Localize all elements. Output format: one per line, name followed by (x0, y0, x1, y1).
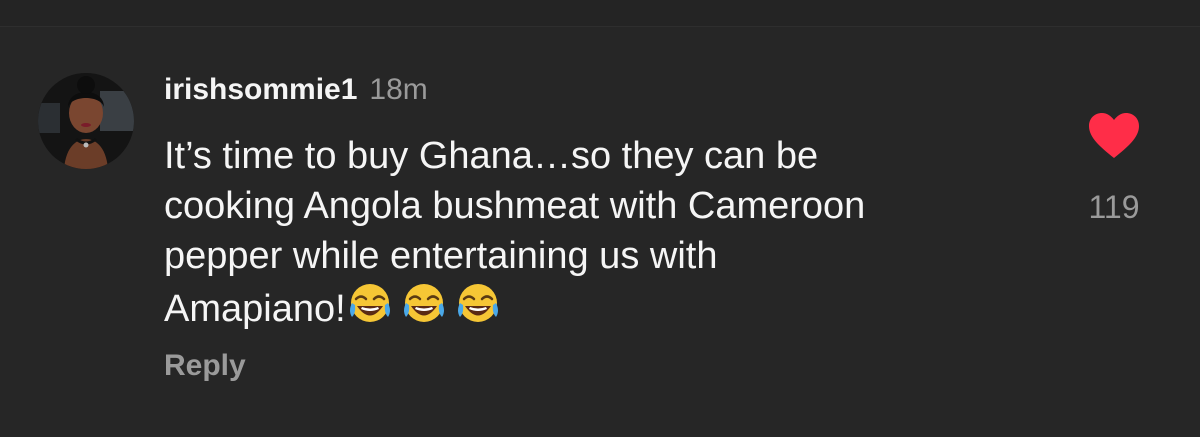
avatar[interactable] (38, 73, 134, 169)
like-count: 119 (1088, 189, 1140, 225)
top-divider-bar (0, 0, 1200, 27)
username-link[interactable]: irishsommie1 (164, 73, 357, 107)
comment-text: It’s time to buy Ghana…so they can be co… (164, 131, 1044, 334)
heart-icon (1089, 113, 1139, 158)
comment-item: irishsommie1 18m It’s time to buy Ghana…… (0, 27, 1200, 437)
comment-header: irishsommie1 18m (164, 73, 428, 113)
comment-line: It’s time to buy Ghana…so they can be (164, 135, 819, 177)
comment-line: cooking Angola bushmeat with Cameroon (164, 185, 866, 227)
reply-button[interactable]: Reply (164, 349, 246, 383)
like-button[interactable] (1087, 112, 1141, 160)
comment-line: Amapiano! (164, 288, 346, 330)
comment-line: pepper while entertaining us with (164, 235, 718, 277)
face-with-tears-of-joy-icon (457, 284, 498, 322)
face-with-tears-of-joy-icon (403, 284, 444, 322)
face-with-tears-of-joy-icon (349, 284, 390, 322)
comment-timestamp: 18m (369, 73, 428, 106)
